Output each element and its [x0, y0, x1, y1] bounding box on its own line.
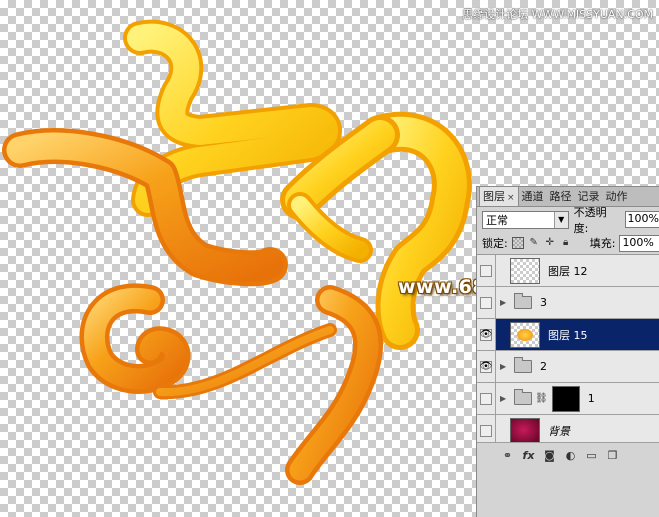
layer-name: 图层 15 — [548, 328, 588, 342]
adjustment-layer-icon[interactable]: ◐ — [564, 449, 577, 462]
layer-row[interactable]: ▶ 3 — [477, 287, 659, 319]
add-mask-icon[interactable]: ◙ — [543, 449, 556, 462]
visibility-toggle[interactable] — [477, 287, 496, 318]
thumbnail-art — [517, 328, 533, 341]
site-watermark: 思缘设计论坛 WWW.MISSYUAN.COM — [462, 8, 653, 21]
expand-triangle-icon[interactable]: ▶ — [500, 394, 510, 403]
link-layers-icon[interactable]: ⚭ — [501, 449, 514, 462]
char-shape-right — [280, 111, 472, 485]
lock-icon[interactable]: 🔒︎ — [560, 237, 572, 249]
new-layer-icon[interactable]: ❐ — [606, 449, 619, 462]
fill-label: 填充: — [589, 237, 616, 250]
layer-name: 背景 — [548, 424, 570, 438]
layer-thumbnail — [510, 321, 540, 348]
expand-triangle-icon[interactable]: ▶ — [500, 362, 510, 371]
blend-mode-select[interactable]: 正常 ▼ — [482, 210, 569, 229]
panel-tabs: 图层 × 通道 路径 记录 动作 — [477, 186, 659, 207]
tab-channels-label: 通道 — [521, 190, 544, 203]
layer-row[interactable]: ▶ ⛓︎ 1 — [477, 383, 659, 415]
layers-list: 图层 12 ▶ 3 👁︎ 图层 15 👁︎ ▶ 2 ▶ ⛓︎ 1 背景 — [477, 255, 659, 447]
tab-history-label: 记录 — [577, 190, 600, 203]
visibility-box — [480, 392, 492, 405]
tab-paths-label: 路径 — [549, 190, 572, 203]
expand-triangle-icon[interactable]: ▶ — [500, 298, 510, 307]
lock-fill-row: 锁定: ✎ ✛ 🔒︎ 填充: 100% — [477, 232, 659, 255]
eye-icon: 👁︎ — [479, 360, 493, 373]
layer-row-selected[interactable]: 👁︎ 图层 15 — [477, 319, 659, 351]
layer-name: 3 — [540, 296, 547, 309]
folder-icon — [514, 293, 532, 309]
layer-row[interactable]: 图层 12 — [477, 255, 659, 287]
visibility-toggle[interactable] — [477, 255, 496, 286]
move-icon[interactable]: ✛ — [544, 237, 556, 249]
visibility-box — [480, 424, 492, 437]
eye-icon: 👁︎ — [479, 328, 493, 341]
layer-thumbnail — [510, 257, 540, 284]
visibility-box — [480, 296, 492, 309]
layer-name: 图层 12 — [548, 264, 588, 278]
chevron-down-icon[interactable]: ▼ — [553, 211, 568, 228]
layer-style-fx-icon[interactable]: fx — [522, 449, 535, 462]
tab-layers[interactable]: 图层 × — [479, 186, 519, 206]
layers-panel: 图层 × 通道 路径 记录 动作 正常 ▼ 不透明度: 100% 锁定: ✎ ✛ … — [476, 186, 659, 517]
tab-channels[interactable]: 通道 — [519, 187, 547, 206]
lock-label: 锁定: — [482, 237, 508, 250]
blend-opacity-row: 正常 ▼ 不透明度: 100% — [477, 206, 659, 235]
fill-input[interactable]: 100% — [619, 234, 659, 252]
close-icon[interactable]: × — [507, 193, 515, 203]
char-shape-left — [2, 19, 342, 400]
visibility-toggle[interactable] — [477, 383, 496, 414]
mask-thumbnail — [551, 385, 580, 412]
opacity-label: 不透明度: — [573, 205, 607, 235]
lock-transparent-icon[interactable] — [511, 237, 524, 249]
visibility-toggle[interactable]: 👁︎ — [477, 319, 496, 350]
brush-icon[interactable]: ✎ — [528, 237, 540, 249]
folder-icon — [514, 357, 532, 373]
visibility-box — [480, 264, 492, 277]
blend-mode-value: 正常 — [486, 213, 508, 227]
layer-row[interactable]: 👁︎ ▶ 2 — [477, 351, 659, 383]
chain-link-icon[interactable]: ⛓︎ — [535, 393, 548, 404]
tab-actions-label: 动作 — [605, 190, 628, 203]
layer-thumbnail — [510, 417, 540, 444]
opacity-input[interactable]: 100% — [624, 211, 659, 228]
new-group-icon[interactable]: ▭ — [585, 449, 598, 462]
layers-panel-toolbar: ⚭ fx ◙ ◐ ▭ ❐ — [477, 442, 659, 467]
visibility-toggle[interactable]: 👁︎ — [477, 351, 496, 382]
folder-icon — [514, 389, 532, 405]
tab-layers-label: 图层 — [483, 190, 505, 203]
tab-paths[interactable]: 路径 — [547, 187, 575, 206]
layer-name: 1 — [587, 392, 595, 405]
layer-name: 2 — [540, 360, 547, 373]
